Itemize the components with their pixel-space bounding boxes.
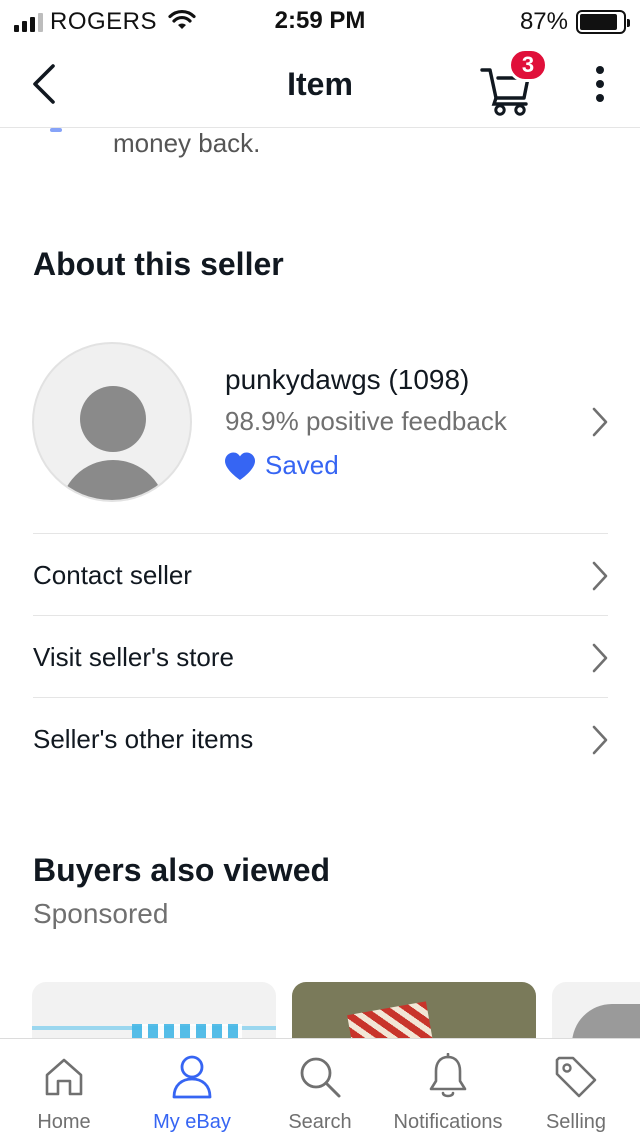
home-icon — [42, 1053, 86, 1101]
product-image — [572, 1004, 640, 1038]
previous-section-text: money back. — [113, 128, 261, 158]
chevron-right-icon — [592, 561, 608, 591]
tab-my-ebay[interactable]: My eBay — [128, 1039, 256, 1136]
buyers-also-viewed-heading: Buyers also viewed — [33, 852, 331, 888]
product-card[interactable] — [552, 982, 640, 1038]
cart-button[interactable]: 3 — [478, 48, 548, 116]
product-image — [132, 1024, 242, 1038]
chevron-right-icon — [592, 643, 608, 673]
tab-search[interactable]: Search — [256, 1039, 384, 1136]
battery-icon — [576, 10, 630, 34]
saved-label: Saved — [265, 450, 339, 480]
chevron-right-icon — [592, 725, 608, 755]
tab-home[interactable]: Home — [0, 1039, 128, 1136]
nav-bar: Item 3 — [0, 40, 640, 128]
battery-percent: 87% — [519, 8, 568, 35]
tag-icon — [553, 1053, 599, 1101]
other-items-row[interactable]: Seller's other items — [33, 697, 608, 779]
cart-count-badge: 3 — [508, 48, 548, 82]
item-content[interactable]: money back. About this seller punkydawgs… — [0, 128, 640, 1038]
previous-bullet — [50, 128, 62, 132]
heart-icon — [225, 452, 255, 480]
battery-level — [580, 14, 617, 30]
chevron-right-icon — [592, 407, 608, 437]
seller-feedback: 98.9% positive feedback — [225, 406, 507, 436]
visit-store-row[interactable]: Visit seller's store — [33, 615, 608, 697]
row-label: Seller's other items — [33, 724, 254, 754]
saved-seller-toggle[interactable]: Saved — [223, 450, 339, 481]
row-label: Contact seller — [33, 560, 192, 590]
contact-seller-row[interactable]: Contact seller — [33, 533, 608, 615]
user-icon — [170, 1053, 214, 1101]
tab-label: My eBay — [153, 1111, 231, 1133]
more-vertical-icon — [596, 66, 604, 74]
product-card[interactable] — [32, 982, 276, 1038]
product-card[interactable] — [292, 982, 536, 1038]
bell-icon — [426, 1053, 470, 1101]
status-right: 87% — [519, 8, 630, 36]
status-bar: ROGERS 2:59 PM 87% — [0, 0, 640, 40]
sponsored-label: Sponsored — [33, 898, 169, 929]
seller-name: punkydawgs (1098) — [225, 364, 470, 395]
tab-notifications[interactable]: Notifications — [384, 1039, 512, 1136]
tab-label: Selling — [545, 1111, 607, 1133]
tab-selling[interactable]: Selling — [512, 1039, 640, 1136]
tab-label: Home — [37, 1111, 91, 1133]
tab-bar: Home My eBay Search Notifications Sellin… — [0, 1038, 640, 1136]
tab-label: Search — [288, 1111, 352, 1133]
about-seller-heading: About this seller — [33, 246, 284, 282]
search-icon — [297, 1053, 343, 1101]
avatar — [32, 342, 192, 502]
more-options-button[interactable] — [584, 64, 616, 104]
row-label: Visit seller's store — [33, 642, 234, 672]
tab-label: Notifications — [393, 1111, 503, 1133]
product-image — [347, 1001, 433, 1038]
seller-card[interactable]: punkydawgs (1098) 98.9% positive feedbac… — [0, 328, 640, 533]
